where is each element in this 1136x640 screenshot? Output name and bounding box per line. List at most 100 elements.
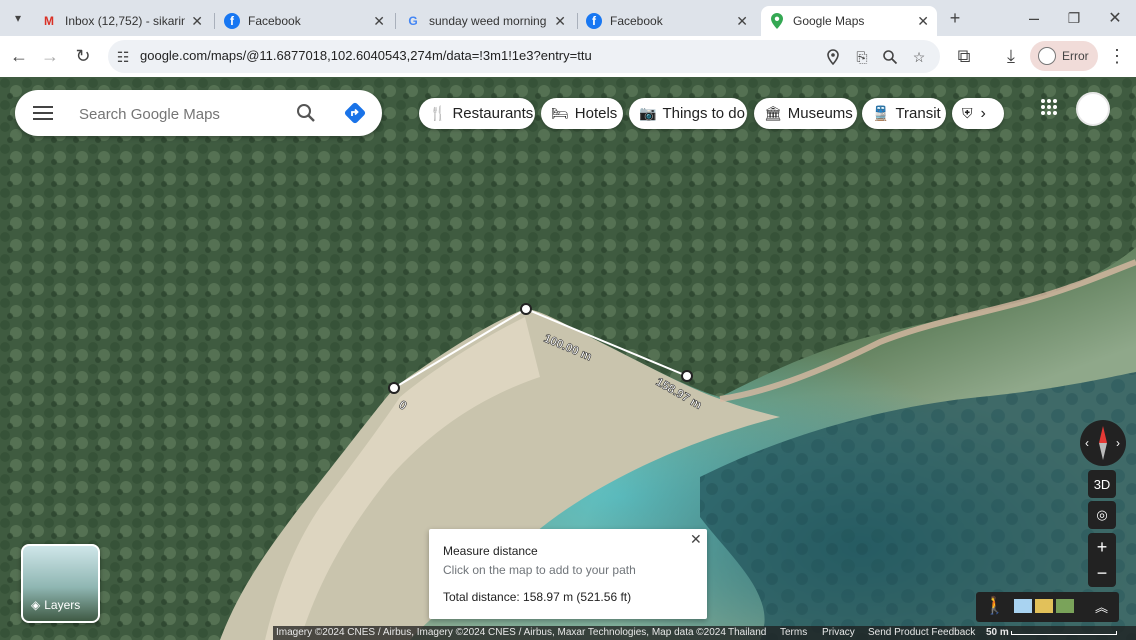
reload-icon[interactable]: ↻ — [71, 44, 95, 68]
country-link[interactable]: Thailand — [728, 627, 766, 638]
tab-facebook-1[interactable]: f Facebook ✕ — [216, 6, 393, 36]
chip-museums[interactable]: 🏛 Museums — [754, 98, 857, 129]
scale-bar — [1011, 631, 1117, 635]
chip-label: Museums — [787, 105, 853, 122]
privacy-link[interactable]: Privacy — [822, 627, 855, 638]
my-location-icon[interactable]: ◎ — [1088, 501, 1116, 529]
chip-hotels[interactable]: 🛏 Hotels — [541, 98, 623, 129]
search-icon[interactable] — [296, 103, 316, 128]
scale-label[interactable]: 50 m — [986, 627, 1009, 638]
tab-facebook-2[interactable]: f Facebook ✕ — [578, 6, 756, 36]
compass-control[interactable]: ‹ › — [1080, 420, 1126, 466]
measure-total: Total distance: 158.97 m (521.56 ft) — [443, 590, 632, 604]
layers-label-wrap: ◈ Layers — [31, 598, 80, 612]
facebook-icon: f — [586, 13, 602, 29]
bookmark-star-icon[interactable]: ☆ — [910, 48, 928, 66]
chip-more[interactable]: ⛨ › — [952, 98, 1004, 129]
tab-search-chevron-icon[interactable]: ▾ — [6, 6, 30, 30]
menu-hamburger-icon[interactable] — [33, 105, 53, 126]
profile-error-button[interactable]: Error — [1030, 41, 1098, 71]
measure-point-mid[interactable] — [520, 303, 532, 315]
site-info-icon[interactable]: ☷ — [114, 48, 132, 66]
measure-distance-card: Measure distance Click on the map to add… — [429, 529, 707, 619]
directions-icon[interactable] — [344, 102, 366, 129]
browser-tab-strip: ▾ M Inbox (12,752) - sikarin10@ ✕ f Face… — [0, 0, 1136, 36]
terms-link[interactable]: Terms — [780, 627, 807, 638]
measure-point-start[interactable] — [388, 382, 400, 394]
chip-transit[interactable]: 🚆 Transit — [862, 98, 946, 129]
compass-needle-icon: ‹ › — [1085, 426, 1120, 460]
tab-title: Inbox (12,752) - sikarin10@ — [65, 14, 185, 28]
measure-hint: Click on the map to add to your path — [443, 563, 636, 577]
layers-icon: ◈ — [31, 598, 41, 612]
avatar — [1038, 47, 1056, 65]
close-tab-icon[interactable]: ✕ — [917, 13, 929, 30]
svg-text:‹: ‹ — [1085, 436, 1089, 450]
maps-pin-icon — [769, 13, 785, 29]
google-icon: G — [408, 14, 418, 28]
tab-title: Facebook — [248, 14, 301, 28]
tab-title: Facebook — [610, 14, 663, 28]
close-window-icon[interactable]: ✕ — [1103, 6, 1127, 30]
museum-icon: 🏛 — [764, 105, 782, 121]
imagery-thumb-2[interactable] — [1035, 599, 1053, 613]
tab-gmail[interactable]: M Inbox (12,752) - sikarin10@ ✕ — [33, 6, 211, 36]
install-app-icon[interactable]: ⎘ — [853, 48, 871, 66]
maps-search-box — [15, 90, 382, 136]
close-tab-icon[interactable]: ✕ — [373, 13, 385, 30]
tab-google-maps[interactable]: Google Maps ✕ — [761, 6, 937, 36]
pharmacy-icon: ⛨ — [962, 105, 973, 121]
tab-separator — [395, 13, 396, 29]
zoom-control: + − — [1088, 533, 1116, 587]
location-icon[interactable] — [824, 48, 842, 66]
zoom-out-icon[interactable]: − — [1097, 560, 1108, 586]
chip-label: Transit — [895, 105, 941, 122]
search-input[interactable] — [77, 102, 281, 126]
feedback-link[interactable]: Send Product Feedback — [868, 627, 975, 638]
measure-point-end[interactable] — [681, 370, 693, 382]
pegman-icon[interactable]: 🚶 — [984, 596, 1005, 616]
account-avatar[interactable] — [1076, 92, 1110, 126]
chip-label: Hotels — [574, 105, 618, 122]
chip-restaurants[interactable]: 🍴 Restaurants — [419, 98, 535, 129]
zoom-in-icon[interactable]: + — [1097, 534, 1108, 560]
imagery-strip: 🚶 ︽ — [976, 592, 1119, 622]
back-icon[interactable]: ← — [7, 44, 31, 68]
close-tab-icon[interactable]: ✕ — [736, 13, 748, 30]
close-measure-icon[interactable]: ✕ — [690, 531, 702, 548]
close-tab-icon[interactable]: ✕ — [191, 13, 203, 30]
train-icon: 🚆 — [872, 105, 890, 121]
close-tab-icon[interactable]: ✕ — [554, 13, 566, 30]
profile-label: Error — [1062, 49, 1089, 63]
extensions-icon[interactable]: ⧉ — [952, 44, 976, 68]
downloads-icon[interactable]: ⤓ — [999, 44, 1023, 68]
address-url[interactable]: google.com/maps/@11.6877018,102.6040543,… — [140, 48, 592, 63]
three-d-button[interactable]: 3D — [1088, 470, 1116, 498]
map-footer: Imagery ©2024 CNES / Airbus, Imagery ©20… — [273, 626, 1136, 640]
camera-icon: 📷 — [639, 105, 657, 121]
imagery-thumb-3[interactable] — [1056, 599, 1074, 613]
gmail-icon: M — [44, 14, 54, 28]
address-bar[interactable]: ☷ google.com/maps/@11.6877018,102.604054… — [108, 40, 940, 73]
chevron-right-icon[interactable]: › — [981, 105, 986, 123]
imagery-thumb-1[interactable] — [1014, 599, 1032, 613]
apps-grid-icon[interactable] — [1040, 98, 1058, 121]
facebook-icon: f — [224, 13, 240, 29]
zoom-icon[interactable] — [881, 48, 899, 66]
menu-kebab-icon[interactable]: ⋮ — [1105, 44, 1129, 68]
minimize-icon[interactable]: – — [1022, 6, 1046, 30]
tab-title: sunday weed morning - Go — [429, 14, 547, 28]
measure-title: Measure distance — [443, 544, 538, 558]
chip-things-to-do[interactable]: 📷 Things to do — [629, 98, 747, 129]
tab-google-search[interactable]: G sunday weed morning - Go ✕ — [397, 6, 574, 36]
forward-icon[interactable]: → — [38, 44, 62, 68]
chevron-up-icon[interactable]: ︽ — [1095, 597, 1108, 616]
chip-label: Things to do — [662, 105, 745, 122]
new-tab-icon[interactable]: + — [943, 6, 967, 30]
restore-icon[interactable]: ❐ — [1062, 6, 1086, 30]
layers-button[interactable]: ◈ Layers — [21, 544, 100, 623]
layers-label: Layers — [44, 598, 81, 612]
browser-toolbar: ← → ↻ ☷ google.com/maps/@11.6877018,102.… — [0, 36, 1136, 77]
chip-label: Restaurants — [452, 105, 534, 122]
bed-icon: 🛏 — [551, 105, 569, 121]
